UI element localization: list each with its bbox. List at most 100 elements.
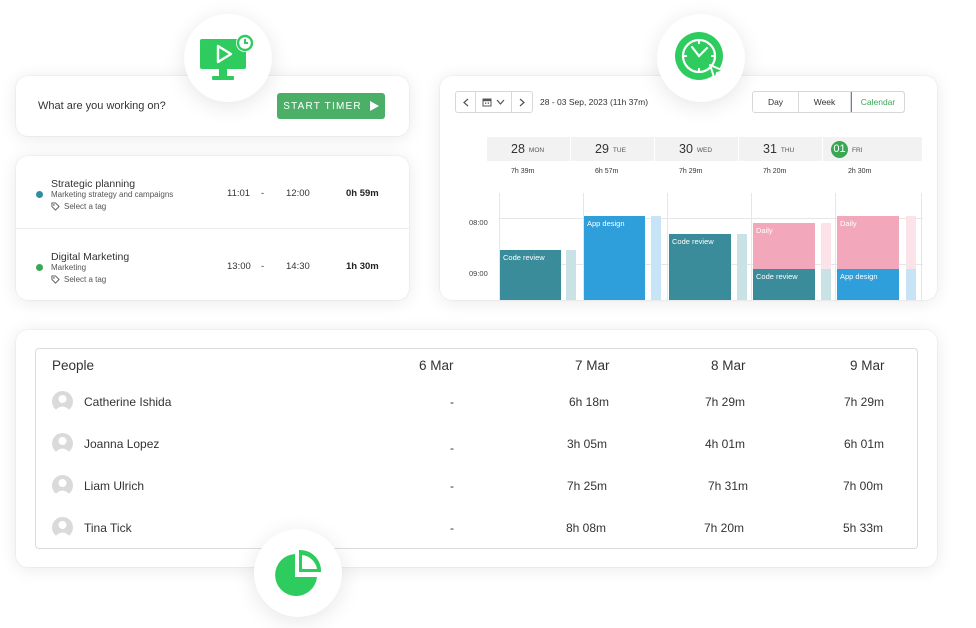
day-total: 6h 57m [595, 168, 619, 175]
time-entry-row[interactable]: Strategic planning Marketing strategy an… [16, 156, 409, 228]
calendar-event[interactable]: Code review [500, 250, 561, 300]
time-entry-row[interactable]: Digital Marketing Marketing Select a tag… [16, 228, 409, 300]
time-cell: 7h 29m [705, 395, 746, 409]
column-header-date: 6 Mar [419, 358, 454, 373]
select-tag-button[interactable]: Select a tag [51, 275, 106, 284]
people-table: People 6 Mar 7 Mar 8 Mar 9 Mar Catherine… [35, 348, 918, 549]
select-tag-button[interactable]: Select a tag [51, 202, 106, 211]
person-name[interactable]: Catherine Ishida [84, 395, 171, 409]
day-name: MON [528, 146, 545, 154]
time-cell: 7h 25m [567, 479, 608, 493]
entry-project: Marketing [51, 263, 87, 272]
entry-end-time[interactable]: 14:30 [286, 261, 310, 272]
time-separator: - [261, 188, 265, 199]
day-name: WED [696, 146, 713, 154]
person-name[interactable]: Tina Tick [84, 521, 132, 535]
column-header-date: 8 Mar [711, 358, 746, 373]
report-badge [254, 529, 342, 617]
chevron-left-icon [462, 98, 468, 106]
day-number: 29 [595, 142, 609, 156]
entry-duration[interactable]: 1h 30m [346, 261, 379, 272]
calendar-event-ghost[interactable] [821, 269, 831, 300]
column-header-people: People [52, 358, 95, 373]
time-cell: 8h 08m [566, 521, 607, 535]
hour-label: 08:00 [469, 218, 488, 227]
day-gridline [751, 193, 752, 300]
calendar-event[interactable]: Code review [753, 269, 815, 300]
table-row[interactable]: Tina Tick - 8h 08m 7h 20m 5h 33m [36, 506, 917, 548]
avatar [52, 517, 73, 538]
calendar-event-ghost[interactable] [651, 216, 661, 300]
time-cell: 5h 33m [843, 521, 884, 535]
time-cell: 7h 00m [843, 479, 884, 493]
calendar-card: 28 - 03 Sep, 2023 (11h 37m) Day Week Cal… [440, 76, 937, 300]
person-name[interactable]: Liam Ulrich [84, 479, 144, 493]
timer-badge [184, 14, 272, 102]
calendar-event-ghost[interactable] [906, 216, 916, 269]
entry-project: Marketing strategy and campaigns [51, 190, 174, 199]
calendar-event-ghost[interactable] [737, 234, 747, 300]
time-cell: 4h 01m [705, 437, 746, 451]
time-cell: 7h 29m [844, 395, 885, 409]
calendar-event[interactable]: App design [584, 216, 645, 300]
person-name[interactable]: Joanna Lopez [84, 437, 159, 451]
entry-title: Strategic planning [51, 178, 136, 190]
table-row[interactable]: Joanna Lopez - 3h 05m 4h 01m 6h 01m [36, 422, 917, 464]
timer-prompt[interactable]: What are you working on? [38, 100, 166, 112]
day-header-tue[interactable]: 29 TUE [571, 137, 655, 161]
day-header-wed[interactable]: 30 WED [655, 137, 739, 161]
chevron-right-icon [519, 98, 525, 106]
date-picker-button[interactable] [476, 92, 512, 112]
date-navigator [455, 91, 533, 113]
day-header-fri[interactable]: 01 FRI [823, 137, 923, 161]
entry-title: Digital Marketing [51, 251, 130, 263]
column-header-date: 7 Mar [575, 358, 610, 373]
time-cell: - [450, 521, 454, 535]
table-row[interactable]: Liam Ulrich - 7h 25m 7h 31m 7h 00m [36, 464, 917, 506]
entry-end-time[interactable]: 12:00 [286, 188, 310, 199]
calendar-event[interactable]: Code review [669, 234, 731, 300]
calendar-event[interactable]: Daily [753, 223, 815, 269]
calendar-event-ghost[interactable] [566, 250, 576, 300]
avatar [52, 433, 73, 454]
monitor-timer-icon [200, 34, 254, 80]
calendar-event[interactable]: App design [837, 269, 899, 300]
project-color-dot [36, 264, 43, 271]
next-week-button[interactable] [512, 92, 532, 112]
chevron-down-icon [496, 99, 505, 105]
start-timer-label: START TIMER [283, 100, 362, 112]
table-row[interactable]: Catherine Ishida - 6h 18m 7h 29m 7h 29m [36, 380, 917, 422]
project-color-dot [36, 191, 43, 198]
entry-start-time[interactable]: 11:01 [227, 188, 250, 199]
tag-icon [51, 202, 60, 211]
time-cell: 6h 18m [569, 395, 610, 409]
calendar-event-ghost[interactable] [821, 223, 831, 269]
day-header-thu[interactable]: 31 THU [739, 137, 823, 161]
pie-chart-icon [275, 549, 322, 596]
select-tag-label: Select a tag [64, 275, 107, 284]
view-day-button[interactable]: Day [753, 92, 799, 112]
time-entries-card: Strategic planning Marketing strategy an… [16, 156, 409, 300]
day-total: 7h 29m [679, 168, 703, 175]
time-cell: - [450, 479, 454, 493]
calendar-event-ghost[interactable] [906, 269, 916, 300]
view-calendar-button[interactable]: Calendar [851, 92, 904, 112]
entry-start-time[interactable]: 13:00 [227, 261, 251, 272]
tag-icon [51, 275, 60, 284]
clock-cursor-icon [675, 32, 725, 81]
time-cell: - [450, 441, 454, 455]
day-number-today: 01 [831, 140, 848, 158]
calendar-event[interactable]: Daily [837, 216, 899, 269]
prev-week-button[interactable] [456, 92, 476, 112]
day-gridline [667, 193, 668, 300]
avatar [52, 475, 73, 496]
start-timer-button[interactable]: START TIMER [277, 93, 385, 119]
view-switcher: Day Week Calendar [752, 91, 905, 113]
entry-duration[interactable]: 0h 59m [346, 188, 379, 199]
avatar [52, 391, 73, 412]
day-number: 31 [763, 142, 777, 156]
day-header-mon[interactable]: 28 MON [487, 137, 571, 161]
view-week-button[interactable]: Week [799, 92, 851, 112]
day-number: 28 [511, 142, 525, 156]
hour-label: 09:00 [469, 269, 488, 278]
